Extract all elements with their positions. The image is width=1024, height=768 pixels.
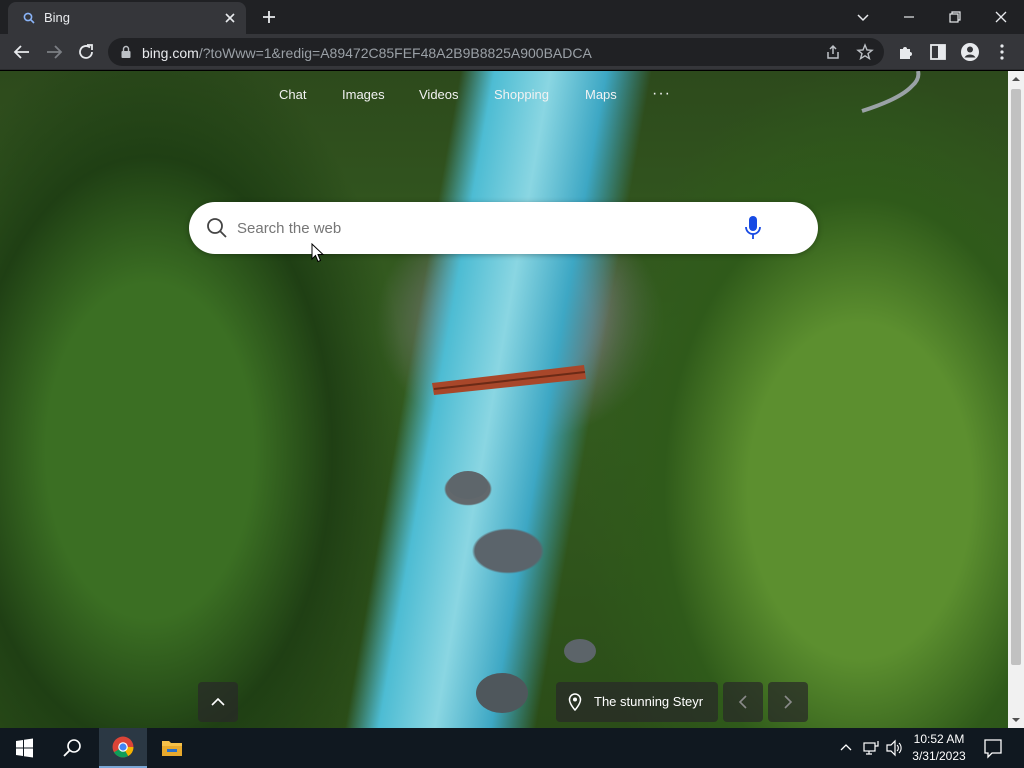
- search-input[interactable]: [237, 215, 717, 241]
- search-icon: [23, 12, 35, 24]
- reload-icon[interactable]: [75, 41, 97, 63]
- back-icon[interactable]: [11, 41, 33, 63]
- image-caption[interactable]: The stunning Steyr: [556, 682, 718, 722]
- minimize-icon[interactable]: [898, 6, 920, 28]
- windows-taskbar: 10:52 AM 3/31/2023: [0, 728, 1024, 768]
- previous-image-button[interactable]: [723, 682, 763, 722]
- chevron-left-icon: [738, 695, 747, 709]
- clock-time: 10:52 AM: [913, 732, 965, 746]
- show-hidden-icons-chevron-icon[interactable]: [836, 728, 856, 768]
- chevron-up-icon: [211, 697, 225, 706]
- chevron-right-icon: [784, 695, 793, 709]
- address-bar[interactable]: bing.com/?toWww=1&redig=A89472C85FEF48A2…: [108, 38, 884, 66]
- caption-text: The stunning Steyr: [594, 694, 704, 709]
- scroll-down-arrow-icon[interactable]: [1012, 716, 1020, 724]
- microphone-icon[interactable]: [743, 215, 763, 241]
- side-panel-icon[interactable]: [927, 41, 949, 63]
- menu-kebab-icon[interactable]: [991, 41, 1013, 63]
- mouse-cursor-icon: [311, 243, 325, 263]
- restore-icon[interactable]: [944, 6, 966, 28]
- tab-search-chevron-icon[interactable]: [852, 6, 874, 28]
- url-host: bing.com: [142, 45, 199, 61]
- search-icon[interactable]: [205, 216, 229, 240]
- nav-maps[interactable]: Maps: [585, 87, 617, 107]
- system-clock[interactable]: 10:52 AM 3/31/2023: [908, 731, 970, 765]
- vertical-scrollbar[interactable]: [1008, 71, 1024, 728]
- nav-shopping[interactable]: Shopping: [494, 87, 549, 107]
- taskbar-chrome[interactable]: [99, 728, 147, 768]
- chrome-icon: [112, 736, 134, 758]
- next-image-button[interactable]: [768, 682, 808, 722]
- nav-chat[interactable]: Chat: [279, 87, 306, 107]
- scroll-up-button[interactable]: [198, 682, 238, 722]
- clock-date: 3/31/2023: [912, 749, 966, 763]
- background-image: [432, 71, 921, 713]
- extensions-icon[interactable]: [895, 41, 917, 63]
- profile-icon[interactable]: [959, 41, 981, 63]
- close-icon[interactable]: [222, 10, 238, 26]
- bookmark-star-icon[interactable]: [856, 43, 874, 61]
- search-icon[interactable]: [48, 728, 96, 768]
- url-text[interactable]: bing.com/?toWww=1&redig=A89472C85FEF48A2…: [142, 45, 592, 61]
- browser-toolbar: bing.com/?toWww=1&redig=A89472C85FEF48A2…: [0, 34, 1024, 70]
- close-window-icon[interactable]: [990, 6, 1012, 28]
- tab-bing[interactable]: Bing: [8, 2, 246, 34]
- nav-videos[interactable]: Videos: [419, 87, 459, 107]
- forward-icon[interactable]: [43, 41, 65, 63]
- notifications-icon[interactable]: [978, 728, 1008, 768]
- bing-homepage: Chat Images Videos Shopping Maps ··· Sea…: [0, 71, 1008, 728]
- location-pin-icon: [568, 693, 582, 711]
- volume-icon[interactable]: [884, 728, 904, 768]
- url-path: /?toWww=1&redig=A89472C85FEF48A2B9B8825A…: [198, 45, 592, 61]
- tab-title: Bing: [44, 10, 71, 25]
- scroll-up-arrow-icon[interactable]: [1012, 75, 1020, 83]
- nav-more[interactable]: ···: [652, 85, 671, 103]
- lock-icon[interactable]: [120, 45, 132, 59]
- file-explorer-icon[interactable]: [148, 728, 196, 768]
- search-box[interactable]: [189, 202, 818, 254]
- nav-images[interactable]: Images: [342, 87, 385, 107]
- new-tab-icon[interactable]: [260, 8, 278, 26]
- windows-start-icon[interactable]: [0, 728, 48, 768]
- share-icon[interactable]: [824, 43, 842, 61]
- tab-strip: Bing: [0, 0, 1024, 34]
- scrollbar-thumb[interactable]: [1011, 89, 1021, 665]
- screen: Bing bing.com/?toWww=1&redig=A89472C85FE…: [0, 0, 1024, 768]
- network-icon[interactable]: [861, 728, 881, 768]
